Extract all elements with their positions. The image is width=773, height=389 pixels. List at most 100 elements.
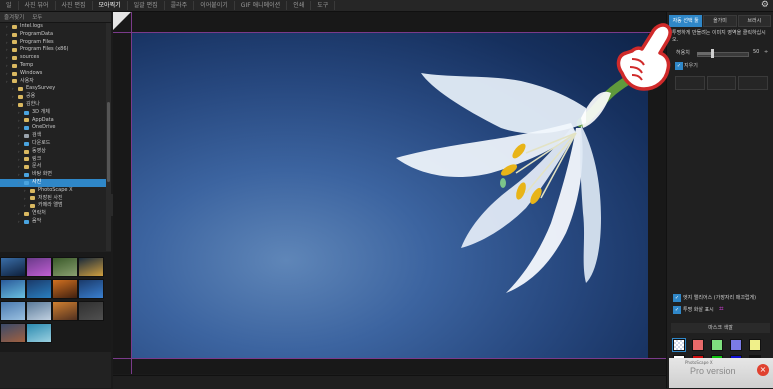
- tree-item[interactable]: › Intel.logs: [0, 23, 106, 31]
- tolerance-stepper[interactable]: ÷: [764, 49, 768, 55]
- expand-chevron-icon[interactable]: ›: [6, 39, 10, 47]
- edge-alias-checkbox[interactable]: ✓: [673, 294, 681, 302]
- tab-lasso[interactable]: 올가미: [703, 15, 737, 27]
- menu-item-0[interactable]: 일: [0, 1, 19, 10]
- photo-thumbnail[interactable]: [0, 301, 26, 321]
- photo-thumbnail[interactable]: [0, 279, 26, 299]
- photo-thumbnail[interactable]: [78, 301, 104, 321]
- photo-thumbnail[interactable]: [0, 323, 26, 343]
- photo-thumbnail[interactable]: [52, 279, 78, 299]
- photo-thumbnail[interactable]: [0, 257, 26, 277]
- tree-item[interactable]: › Windows: [0, 70, 106, 78]
- tree-item[interactable]: › 김한나: [0, 101, 106, 109]
- folder-icon: [24, 126, 29, 131]
- expand-chevron-icon[interactable]: ›: [18, 156, 22, 164]
- menu-item-9[interactable]: 도구: [311, 1, 336, 10]
- tree-item[interactable]: › 다운로드: [0, 140, 106, 148]
- photo-thumbnail[interactable]: [26, 323, 52, 343]
- tree-item[interactable]: › 음악: [0, 218, 106, 226]
- tree-item[interactable]: › Temp: [0, 62, 106, 70]
- menu-item-6[interactable]: 이어붙이기: [194, 1, 235, 10]
- menu-item-5[interactable]: 콜라주: [165, 1, 195, 10]
- photo-thumbnail[interactable]: [26, 301, 52, 321]
- gear-icon[interactable]: ⚙: [761, 1, 769, 10]
- photo-thumbnail[interactable]: [26, 279, 52, 299]
- tree-item[interactable]: › 동영상: [0, 148, 106, 156]
- mask-color-swatch[interactable]: [711, 339, 723, 351]
- tab-favorites[interactable]: 즐겨찾기: [0, 13, 28, 21]
- tree-item[interactable]: › 링크: [0, 156, 106, 164]
- menu-item-2[interactable]: 사진 편집: [56, 1, 93, 10]
- mask-color-swatch[interactable]: [672, 338, 686, 352]
- expand-chevron-icon[interactable]: ›: [12, 93, 16, 101]
- expand-chevron-icon[interactable]: ›: [12, 85, 16, 93]
- tree-item[interactable]: › 바탕 화면: [0, 171, 106, 179]
- tree-item[interactable]: › 문서: [0, 163, 106, 171]
- expand-chevron-icon[interactable]: ›: [6, 54, 10, 62]
- tree-item[interactable]: › ProgramData: [0, 31, 106, 39]
- expand-chevron-icon[interactable]: ›: [18, 148, 22, 156]
- mask-color-swatch[interactable]: [730, 339, 742, 351]
- tree-item[interactable]: › OneDrive: [0, 124, 106, 132]
- pro-version-label[interactable]: Pro version: [690, 366, 736, 376]
- tree-item[interactable]: › AppData: [0, 117, 106, 125]
- tree-item[interactable]: › 공용: [0, 93, 106, 101]
- tolerance-value: 50: [753, 49, 760, 55]
- expand-chevron-icon[interactable]: ›: [18, 109, 22, 117]
- expand-chevron-icon[interactable]: ›: [6, 46, 10, 54]
- transparent-arrow-checkbox[interactable]: ✓: [673, 306, 681, 314]
- tree-item[interactable]: › sources: [0, 54, 106, 62]
- photo-thumbnail[interactable]: [52, 301, 78, 321]
- tree-item[interactable]: › Program Files (x86): [0, 46, 106, 54]
- expand-chevron-icon[interactable]: ›: [18, 210, 22, 218]
- menu-item-4[interactable]: 일괄 편집: [128, 1, 165, 10]
- tree-item[interactable]: › 카메라 앨범: [0, 202, 106, 210]
- expand-chevron-icon[interactable]: ›: [18, 124, 22, 132]
- expand-chevron-icon[interactable]: ›: [6, 70, 10, 78]
- tree-item[interactable]: › 검색: [0, 132, 106, 140]
- mask-color-swatch[interactable]: [749, 339, 761, 351]
- disabled-button-3[interactable]: [738, 76, 769, 90]
- expand-chevron-icon[interactable]: ›: [6, 62, 10, 70]
- disabled-button-2[interactable]: [706, 76, 737, 90]
- expand-chevron-icon[interactable]: ›: [18, 117, 22, 125]
- tree-item[interactable]: › 연락처: [0, 210, 106, 218]
- expand-chevron-icon[interactable]: ›: [12, 101, 16, 109]
- tree-item[interactable]: › 3D 개체: [0, 109, 106, 117]
- expand-chevron-icon[interactable]: ›: [18, 179, 22, 187]
- lily-photo[interactable]: [131, 33, 648, 358]
- tree-item[interactable]: › 사용자: [0, 78, 106, 86]
- menu-item-3[interactable]: 모아찍기: [93, 1, 128, 10]
- photo-thumbnail[interactable]: [78, 257, 104, 277]
- close-icon[interactable]: ×: [757, 364, 769, 376]
- expand-chevron-icon[interactable]: ›: [24, 195, 28, 203]
- photo-thumbnail[interactable]: [52, 257, 78, 277]
- expand-chevron-icon[interactable]: ›: [18, 163, 22, 171]
- expand-chevron-icon[interactable]: ›: [24, 187, 28, 195]
- tree-item[interactable]: › Program Files: [0, 39, 106, 47]
- expand-chevron-icon[interactable]: ›: [6, 78, 10, 86]
- tolerance-slider-knob[interactable]: [711, 49, 714, 58]
- expand-chevron-icon[interactable]: ›: [24, 202, 28, 210]
- tree-item[interactable]: › PhotoScape X: [0, 187, 106, 195]
- expand-chevron-icon[interactable]: ›: [18, 132, 22, 140]
- photo-thumbnail[interactable]: [78, 279, 104, 299]
- grid-icon[interactable]: ⌗: [719, 305, 724, 313]
- expand-chevron-icon[interactable]: ›: [18, 171, 22, 179]
- tab-all[interactable]: 모두: [28, 13, 46, 21]
- menu-item-7[interactable]: GIF 애니메이션: [235, 1, 288, 10]
- menu-item-1[interactable]: 사진 뷰어: [19, 1, 56, 10]
- tab-brush[interactable]: 브러시: [737, 15, 771, 27]
- mask-color-swatch[interactable]: [692, 339, 704, 351]
- tree-item-label: sources: [20, 54, 40, 61]
- expand-chevron-icon[interactable]: ›: [18, 140, 22, 148]
- tree-item[interactable]: › 사진: [0, 178, 106, 187]
- expand-chevron-icon[interactable]: ›: [6, 31, 10, 39]
- expand-chevron-icon[interactable]: ›: [18, 218, 22, 226]
- photo-thumbnail[interactable]: [26, 257, 52, 277]
- expand-chevron-icon[interactable]: ›: [6, 23, 10, 31]
- menu-item-8[interactable]: 인쇄: [287, 1, 312, 10]
- tree-item[interactable]: › EasySurvey: [0, 85, 106, 93]
- tree-scrollbar-thumb[interactable]: [107, 102, 110, 182]
- folder-icon: [30, 204, 35, 209]
